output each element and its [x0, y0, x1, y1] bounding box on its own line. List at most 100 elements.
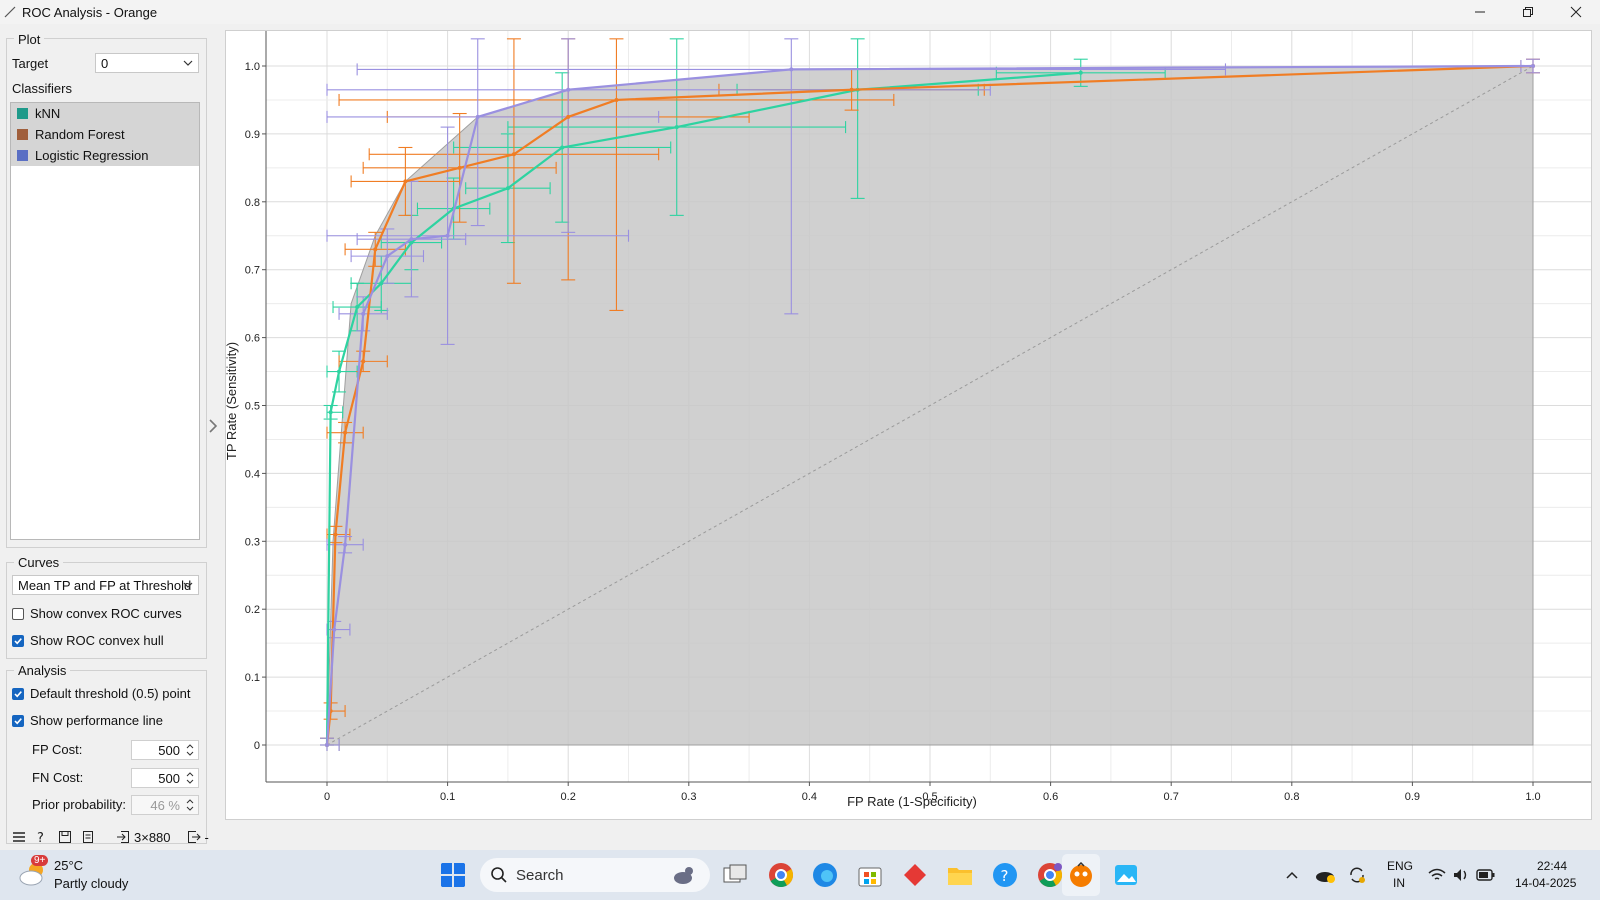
report-icon[interactable]: [82, 830, 94, 844]
onedrive-icon[interactable]: [1314, 866, 1336, 884]
language-region[interactable]: IN: [1393, 876, 1405, 890]
show-convex-curves-checkbox[interactable]: Show convex ROC curves: [12, 606, 182, 621]
task-view-icon[interactable]: [722, 862, 748, 888]
photos-icon[interactable]: [1113, 862, 1139, 888]
taskbar-search[interactable]: Search: [480, 858, 710, 892]
y-tick-label: 0.6: [245, 333, 260, 345]
fp-cost-label: FP Cost:: [32, 742, 83, 757]
status-bar: ? 3×880 -: [0, 826, 232, 848]
bird-search-icon: [674, 867, 693, 884]
performance-line-checkbox[interactable]: Show performance line: [12, 713, 163, 728]
y-tick-label: 0.9: [245, 129, 260, 141]
roc-point: [849, 87, 854, 92]
roc-point: [332, 627, 337, 632]
svg-text:?: ?: [37, 831, 44, 844]
minimize-button[interactable]: [1456, 0, 1504, 24]
output-data-size: -: [204, 829, 209, 845]
classifier-item-logistic-regression[interactable]: Logistic Regression: [11, 145, 199, 166]
windows-start-icon[interactable]: [440, 862, 466, 888]
classifiers-list[interactable]: kNN Random Forest Logistic Regression: [10, 102, 200, 540]
checkbox-checked-icon: [12, 714, 24, 727]
spin-arrows-icon[interactable]: [185, 797, 195, 813]
close-button[interactable]: [1552, 0, 1600, 24]
help-icon[interactable]: ?: [36, 830, 48, 844]
spin-arrows-icon[interactable]: [185, 742, 195, 758]
chrome-icon[interactable]: [768, 862, 794, 888]
curve-mode-select[interactable]: Mean TP and FP at Threshold: [12, 575, 199, 595]
input-icon: [117, 831, 129, 843]
target-select[interactable]: 0: [95, 53, 199, 73]
help-app-icon[interactable]: ?: [992, 862, 1018, 888]
roc-point: [379, 281, 384, 286]
curves-box-title: Curves: [14, 555, 64, 570]
roc-plot-area[interactable]: 0 0.1 0.2 0.3 0.4 0.5 0.6 0.7 0.8 0.9 1.0 0 0.1 0.2 0.…: [225, 30, 1592, 820]
fn-cost-label: FN Cost:: [32, 770, 84, 785]
y-tick-label: 0.8: [245, 197, 260, 209]
prior-probability-value: 46 %: [150, 798, 180, 813]
color-swatch: [17, 150, 28, 161]
x-tick-label: 0.6: [1043, 791, 1058, 803]
curve-mode-value: Mean TP and FP at Threshold: [18, 577, 192, 593]
spin-arrows-icon[interactable]: [185, 770, 195, 786]
store-icon[interactable]: [857, 862, 883, 888]
edge-icon[interactable]: [812, 862, 838, 888]
roc-point: [511, 152, 516, 157]
restore-icon: [1523, 7, 1533, 17]
fn-cost-spinbox[interactable]: 500: [131, 768, 199, 788]
chevron-up-icon[interactable]: [1284, 867, 1300, 883]
weather-badge: 9+: [31, 855, 49, 866]
input-data-size: 3×880: [134, 829, 171, 845]
target-value: 0: [101, 55, 109, 71]
roc-chart[interactable]: 0 0.1 0.2 0.3 0.4 0.5 0.6 0.7 0.8 0.9 1.0 0 0.1 0.2 0.…: [226, 31, 1591, 819]
roc-point: [674, 125, 679, 130]
classifiers-label: Classifiers: [12, 81, 72, 96]
maximize-button[interactable]: [1504, 0, 1552, 24]
y-axis-label: TP Rate (Sensitivity): [226, 342, 239, 460]
roc-point: [566, 87, 571, 92]
save-icon[interactable]: [58, 830, 72, 844]
anydesk-icon[interactable]: [902, 862, 928, 888]
search-label: Search: [516, 866, 564, 884]
output-data-summary[interactable]: -: [187, 830, 209, 845]
classifier-item-random-forest[interactable]: Random Forest: [11, 124, 199, 145]
roc-point: [789, 67, 794, 72]
roc-point: [325, 743, 329, 747]
taskbar: 9+ 25°C Partly cloudy Search ? ENG IN 22…: [0, 850, 1600, 900]
default-threshold-checkbox[interactable]: Default threshold (0.5) point: [12, 686, 190, 701]
weather-widget-icon[interactable]: 9+: [18, 855, 49, 888]
fp-cost-spinbox[interactable]: 500: [131, 740, 199, 760]
roc-point: [333, 532, 338, 537]
wifi-icon[interactable]: [1428, 867, 1446, 883]
roc-point: [614, 97, 619, 102]
y-tick-label: 0.2: [245, 604, 260, 616]
volume-icon[interactable]: [1452, 867, 1470, 883]
input-data-summary[interactable]: 3×880: [116, 830, 171, 845]
show-convex-hull-checkbox[interactable]: Show ROC convex hull: [12, 633, 164, 648]
x-tick-label: 0: [324, 791, 330, 803]
language-code[interactable]: ENG: [1387, 859, 1413, 873]
chrome-profile-icon[interactable]: [1037, 862, 1063, 888]
x-tick-label: 0.8: [1284, 791, 1299, 803]
weather-description: Partly cloudy: [54, 876, 129, 891]
clock-date[interactable]: 14-04-2025: [1515, 876, 1576, 890]
y-tick-label: 0.7: [245, 265, 260, 277]
checkbox-unchecked-icon: [12, 607, 24, 620]
clock-time[interactable]: 22:44: [1537, 859, 1567, 873]
file-explorer-icon[interactable]: [947, 862, 973, 888]
collapse-panel-icon[interactable]: [208, 418, 218, 434]
orange-taskbar-icon[interactable]: [1068, 862, 1094, 888]
battery-icon[interactable]: [1476, 868, 1496, 882]
sync-icon[interactable]: [1347, 865, 1367, 885]
x-tick-label: 0.1: [440, 791, 455, 803]
analysis-box-title: Analysis: [14, 663, 71, 678]
roc-point: [355, 305, 360, 310]
prior-probability-spinbox[interactable]: 46 %: [131, 795, 199, 815]
x-tick-label: 0.4: [802, 791, 817, 803]
roc-point: [505, 186, 510, 191]
chevron-down-icon: [183, 60, 193, 66]
y-tick-label: 0.5: [245, 401, 260, 413]
title-bar: ROC Analysis - Orange: [0, 0, 1600, 24]
classifier-item-knn[interactable]: kNN: [11, 103, 199, 124]
menu-icon[interactable]: [12, 831, 26, 843]
roc-point: [361, 311, 366, 316]
